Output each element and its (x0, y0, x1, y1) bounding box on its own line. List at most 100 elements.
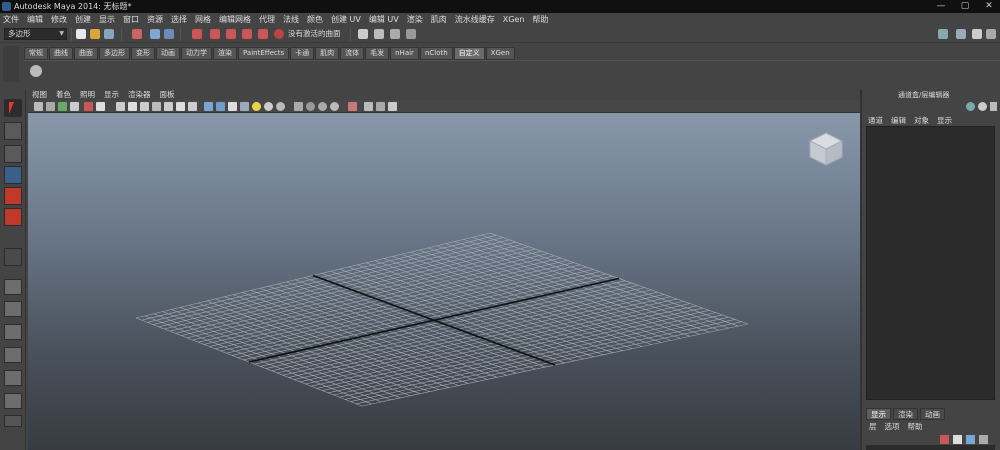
move-layer-up-icon[interactable] (966, 435, 975, 444)
shelf-tab-rendering[interactable]: 渲染 (213, 47, 237, 60)
move-layer-down-icon[interactable] (979, 435, 988, 444)
wireframe-icon[interactable] (204, 102, 213, 111)
channel-menu-edit[interactable]: 编辑 (891, 115, 906, 126)
shelf-tab-fluids[interactable]: 流体 (340, 47, 365, 60)
shelf-tab-paint-effects[interactable]: PaintEffects (238, 47, 290, 60)
menu-render[interactable]: 渲染 (407, 13, 423, 26)
menu-muscle[interactable]: 肌肉 (431, 13, 447, 26)
menu-xgen[interactable]: XGen (503, 13, 525, 26)
hud-toggle-icon[interactable] (348, 102, 357, 111)
render-frame-icon[interactable] (374, 29, 384, 39)
menu-create[interactable]: 创建 (75, 13, 91, 26)
xray-icon[interactable] (306, 102, 315, 111)
channel-box-list[interactable] (866, 126, 995, 400)
maximize-button[interactable]: ▢ (958, 1, 972, 12)
2d-pan-zoom-icon[interactable] (84, 102, 93, 111)
save-scene-icon[interactable] (104, 29, 114, 39)
snap-view-plane-icon[interactable] (242, 29, 252, 39)
last-tool-icon[interactable] (4, 248, 22, 266)
menu-edit-uvs[interactable]: 编辑 UV (369, 13, 399, 26)
layout-single-perspective-icon[interactable] (4, 279, 22, 295)
use-all-lights-icon[interactable] (240, 102, 249, 111)
brush-icon[interactable] (990, 102, 997, 111)
safe-action-icon[interactable] (176, 102, 185, 111)
shelf-tab-muscle[interactable]: 肌肉 (315, 47, 340, 60)
viewport-menu-show[interactable]: 显示 (104, 89, 119, 100)
menu-mesh[interactable]: 网格 (195, 13, 211, 26)
layout-more-icon[interactable] (4, 415, 22, 427)
channel-menu-object[interactable]: 对象 (914, 115, 929, 126)
shelf-tab-animation[interactable]: 动画 (156, 47, 180, 60)
textured-icon[interactable] (228, 102, 237, 111)
menu-set-dropdown[interactable]: 多边形 ▼ (4, 28, 67, 40)
select-object-icon[interactable] (150, 29, 160, 39)
close-button[interactable]: ✕ (982, 1, 996, 12)
select-camera-icon[interactable] (34, 102, 43, 111)
shelf-tab-polygons[interactable]: 多边形 (99, 47, 130, 60)
shelf-tab-curves[interactable]: 曲线 (49, 47, 73, 60)
layer-menu-help[interactable]: 帮助 (908, 421, 923, 432)
menu-proxy[interactable]: 代理 (259, 13, 275, 26)
isolate-select-icon[interactable] (294, 102, 303, 111)
stereo-icon[interactable] (376, 102, 385, 111)
layout-persp-graph-icon[interactable] (4, 347, 22, 363)
layout-hypershade-icon[interactable] (4, 393, 22, 409)
snap-point-icon[interactable] (226, 29, 236, 39)
scale-tool-icon[interactable] (4, 208, 22, 226)
panel-divider[interactable] (860, 89, 862, 450)
shelf-tab-custom[interactable]: 自定义 (453, 47, 485, 60)
sidebar-toggle-icon[interactable] (938, 29, 948, 39)
move-tool-icon[interactable] (4, 166, 22, 184)
camera-icon[interactable] (364, 102, 373, 111)
viewport-menu-shading[interactable]: 着色 (56, 89, 71, 100)
xray-joints-icon[interactable] (318, 102, 327, 111)
smooth-shade-icon[interactable] (216, 102, 225, 111)
menu-select[interactable]: 选择 (171, 13, 187, 26)
select-tool-icon[interactable] (4, 99, 22, 117)
xray-components-icon[interactable] (330, 102, 339, 111)
channel-menu-channels[interactable]: 通道 (868, 115, 883, 126)
layer-tab-display[interactable]: 显示 (866, 408, 891, 420)
snap-curve-icon[interactable] (210, 29, 220, 39)
new-layer-selected-icon[interactable] (953, 435, 962, 444)
bookmarks-icon[interactable] (58, 102, 67, 111)
shadows-icon[interactable] (264, 102, 273, 111)
shelf-tab-ncloth[interactable]: nCloth (419, 47, 453, 60)
field-chart-icon[interactable] (164, 102, 173, 111)
new-layer-icon[interactable] (940, 435, 949, 444)
layout-persp-outliner-icon[interactable] (4, 324, 22, 340)
menu-window[interactable]: 窗口 (123, 13, 139, 26)
menu-color[interactable]: 颜色 (307, 13, 323, 26)
channel-menu-show[interactable]: 显示 (937, 115, 952, 126)
motion-trail-icon[interactable] (388, 102, 397, 111)
grease-pencil-icon[interactable] (96, 102, 105, 111)
viewport-menu-renderer[interactable]: 渲染器 (128, 89, 151, 100)
minimize-button[interactable]: — (934, 1, 948, 12)
menu-file[interactable]: 文件 (3, 13, 19, 26)
film-gate-icon[interactable] (128, 102, 137, 111)
menu-pipeline-cache[interactable]: 流水线缓存 (455, 13, 495, 26)
view-cube-icon[interactable] (806, 127, 846, 167)
channel-box-toggle-icon[interactable] (986, 29, 996, 39)
ipr-render-icon[interactable] (390, 29, 400, 39)
shelf-menu-strip[interactable] (3, 46, 19, 82)
menu-display[interactable]: 显示 (99, 13, 115, 26)
resolution-gate-icon[interactable] (140, 102, 149, 111)
safe-title-icon[interactable] (188, 102, 197, 111)
select-component-icon[interactable] (164, 29, 174, 39)
shelf-tab-surfaces[interactable]: 曲面 (74, 47, 98, 60)
render-settings-icon[interactable] (406, 29, 416, 39)
layout-four-view-icon[interactable] (4, 301, 22, 317)
shelf-tab-general[interactable]: 常规 (24, 47, 48, 60)
shelf-tab-toon[interactable]: 卡通 (290, 47, 315, 60)
perspective-viewport[interactable] (28, 113, 860, 450)
layer-tab-anim[interactable]: 动画 (920, 408, 945, 420)
rotate-tool-icon[interactable] (4, 187, 22, 205)
grid-toggle-icon[interactable] (116, 102, 125, 111)
menu-edit[interactable]: 编辑 (27, 13, 43, 26)
lasso-tool-icon[interactable] (4, 122, 22, 140)
default-light-icon[interactable] (252, 102, 261, 111)
menu-assets[interactable]: 资源 (147, 13, 163, 26)
layout-outliner-icon[interactable] (4, 370, 22, 386)
gate-mask-icon[interactable] (152, 102, 161, 111)
